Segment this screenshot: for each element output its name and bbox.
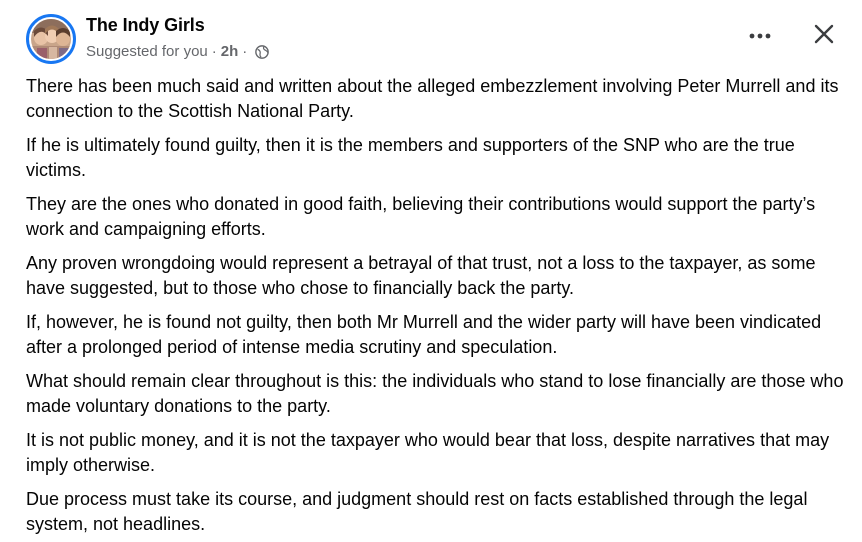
post-paragraph: If he is ultimately found guilty, then i… <box>26 135 795 180</box>
close-button[interactable] <box>810 22 838 50</box>
close-icon <box>814 24 834 49</box>
avatar-photo <box>31 19 71 59</box>
avatar[interactable] <box>26 14 76 64</box>
post-header: The Indy Girls Suggested for you · 2h · <box>26 14 838 64</box>
post-paragraph: Any proven wrongdoing would represent a … <box>26 253 816 298</box>
post-timestamp[interactable]: 2h <box>221 43 239 60</box>
globe-icon[interactable] <box>255 44 270 59</box>
more-options-button[interactable] <box>742 22 778 50</box>
post-paragraph: Due process must take its course, and ju… <box>26 489 808 534</box>
post-paragraph: It is not public money, and it is not th… <box>26 430 830 475</box>
meta-separator: · <box>211 43 217 60</box>
author-name[interactable]: The Indy Girls <box>86 15 205 36</box>
meta-separator-2: · <box>242 43 248 60</box>
post-paragraph: There has been much said and written abo… <box>26 76 839 121</box>
post-meta: Suggested for you · 2h · <box>86 43 270 60</box>
post-paragraph: If, however, he is found not guilty, the… <box>26 312 822 357</box>
more-options-icon <box>748 27 772 45</box>
post-paragraph: They are the ones who donated in good fa… <box>26 194 816 239</box>
suggested-label: Suggested for you <box>86 43 208 60</box>
post-body: There has been much said and written abo… <box>26 74 846 542</box>
post-paragraph: What should remain clear throughout is t… <box>26 371 844 416</box>
feed-post: The Indy Girls Suggested for you · 2h · <box>0 0 862 542</box>
